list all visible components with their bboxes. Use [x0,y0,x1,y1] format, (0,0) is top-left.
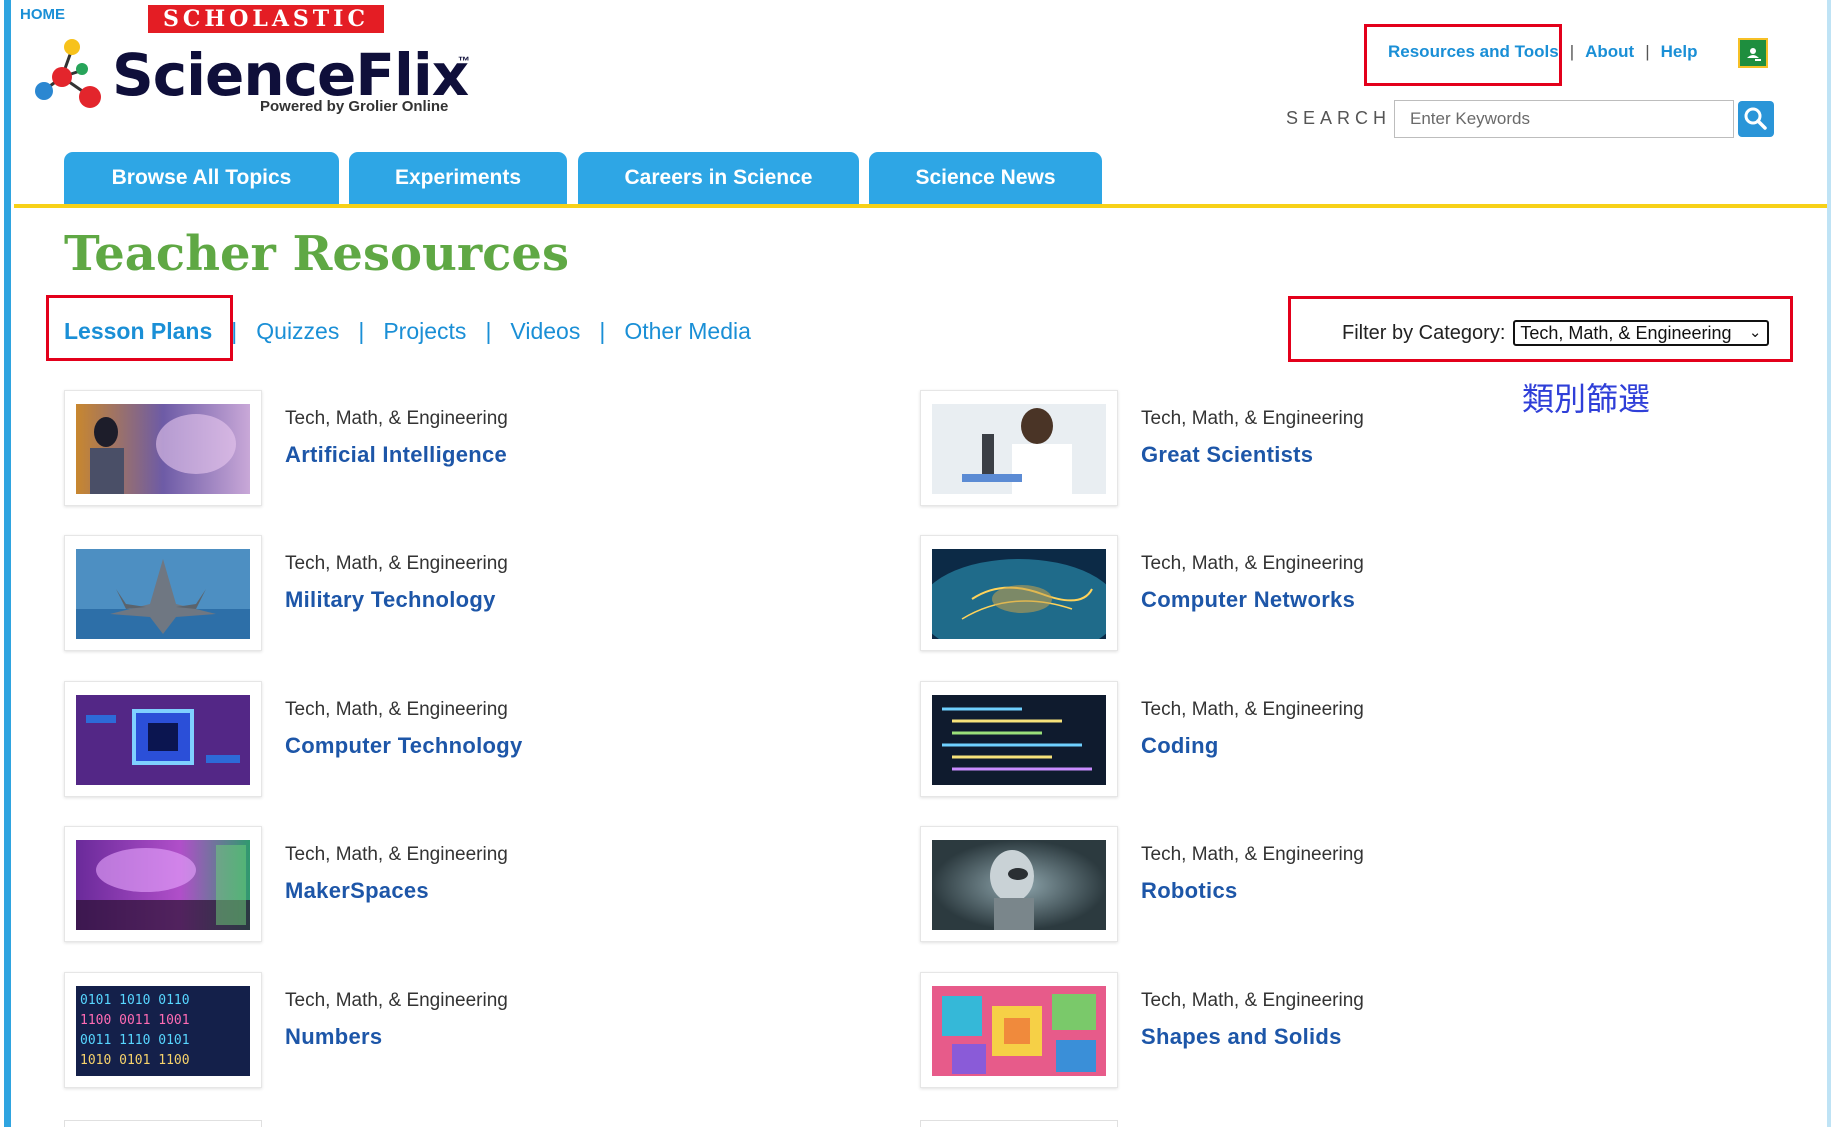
thumbnail-frame[interactable] [920,681,1118,797]
thumbnail-frame[interactable] [920,826,1118,942]
highlight-box-resources [1364,24,1562,86]
card-category: Tech, Math, & Engineering [285,990,508,1011]
help-link[interactable]: Help [1661,42,1698,62]
logo-subtitle: Powered by Grolier Online [260,98,449,115]
card-title-link[interactable]: Computer Technology [285,733,523,759]
card-title-link[interactable]: Artificial Intelligence [285,442,507,468]
card-title-link[interactable]: Numbers [285,1024,382,1050]
search-input[interactable] [1394,100,1734,138]
subtab-separator: | [599,318,606,344]
list-item: Tech, Math, & Engineering Computer Netwo… [920,535,1680,653]
list-item: Tech, Math, & Engineering Artificial Int… [64,390,824,508]
artificial-intelligence-image [76,404,250,494]
thumbnail-frame[interactable] [64,535,262,651]
great-scientists-image [932,404,1106,494]
card-title-link[interactable]: Robotics [1141,878,1238,904]
card-title-link[interactable]: MakerSpaces [285,878,429,904]
subtab-other-media[interactable]: Other Media [624,318,751,345]
card-category: Tech, Math, & Engineering [1141,990,1364,1011]
svg-text:1010 0101 1100: 1010 0101 1100 [80,1053,190,1068]
list-item: Tech, Math, & Engineering Computer Techn… [64,681,824,799]
card-category: Tech, Math, & Engineering [1141,408,1364,429]
subtab-quizzes[interactable]: Quizzes [256,318,339,345]
thumbnail-frame[interactable] [64,826,262,942]
list-item: Tech, Math, & Engineering Coding [920,681,1680,799]
thumbnail-frame[interactable]: 0101 1010 0110 1100 0011 1001 0011 1110 … [64,972,262,1088]
highlight-box-lesson-plans [46,295,233,361]
search-icon [1744,107,1767,130]
coding-image [932,695,1106,785]
card-title-link[interactable]: Coding [1141,733,1219,759]
list-item: Tech, Math, & Engineering Shapes and Sol… [920,972,1680,1090]
tab-careers-in-science[interactable]: Careers in Science [578,152,859,204]
thumbnail-frame-partial [64,1120,262,1127]
tab-experiments[interactable]: Experiments [349,152,567,204]
card-title-link[interactable]: Shapes and Solids [1141,1024,1342,1050]
link-separator: | [1645,42,1650,61]
left-accent-bar [4,0,11,1127]
svg-text:1100 0011 1001: 1100 0011 1001 [80,1013,190,1028]
svg-text:0101 1010 0110: 0101 1010 0110 [80,993,190,1008]
google-classroom-icon[interactable] [1738,38,1768,68]
list-item: Tech, Math, & Engineering Robotics [920,826,1680,944]
page-title: Teacher Resources [64,226,569,282]
card-title-link[interactable]: Computer Networks [1141,587,1355,613]
card-title-link[interactable]: Great Scientists [1141,442,1313,468]
svg-text:0011 1110 0101: 0011 1110 0101 [80,1033,190,1048]
subtab-videos[interactable]: Videos [510,318,580,345]
card-category: Tech, Math, & Engineering [285,699,508,720]
scienceflix-logo-icon[interactable] [32,37,114,113]
tab-browse-all-topics[interactable]: Browse All Topics [64,152,339,204]
card-category: Tech, Math, & Engineering [285,408,508,429]
thumbnail-frame[interactable] [920,972,1118,1088]
list-item: 0101 1010 0110 1100 0011 1001 0011 1110 … [64,972,824,1090]
list-item: Tech, Math, & Engineering MakerSpaces [64,826,824,944]
subtab-separator: | [485,318,492,344]
list-item: Tech, Math, & Engineering Military Techn… [64,535,824,653]
thumbnail-frame[interactable] [64,681,262,797]
list-item: Tech, Math, & Engineering Great Scientis… [920,390,1680,508]
page: HOME SCHOLASTIC ScienceFlix ™ Powered by… [0,0,1831,1127]
highlight-box-filter [1288,296,1793,362]
thumbnail-frame[interactable] [920,535,1118,651]
card-category: Tech, Math, & Engineering [285,553,508,574]
subtab-projects[interactable]: Projects [383,318,466,345]
trademark-symbol: ™ [458,54,470,68]
thumbnail-frame[interactable] [64,390,262,506]
scholastic-logo[interactable]: SCHOLASTIC [148,5,384,33]
subtab-separator: | [358,318,365,344]
makerspaces-image [76,840,250,930]
search-label: SEARCH [1286,108,1392,128]
numbers-image: 0101 1010 0110 1100 0011 1001 0011 1110 … [76,986,250,1076]
nav-divider [14,204,1827,208]
search-button[interactable] [1738,101,1774,137]
card-category: Tech, Math, & Engineering [1141,844,1364,865]
card-category: Tech, Math, & Engineering [1141,553,1364,574]
tab-science-news[interactable]: Science News [869,152,1102,204]
link-separator: | [1569,42,1575,61]
right-accent-bar [1827,0,1831,1127]
about-link[interactable]: About [1585,42,1634,62]
thumbnail-frame[interactable] [920,390,1118,506]
computer-networks-image [932,549,1106,639]
card-title-link[interactable]: Military Technology [285,587,496,613]
shapes-and-solids-image [932,986,1106,1076]
computer-technology-image [76,695,250,785]
thumbnail-frame-partial [920,1120,1118,1127]
robotics-image [932,840,1106,930]
military-technology-image [76,549,250,639]
home-link[interactable]: HOME [20,6,65,23]
card-category: Tech, Math, & Engineering [285,844,508,865]
card-category: Tech, Math, & Engineering [1141,699,1364,720]
